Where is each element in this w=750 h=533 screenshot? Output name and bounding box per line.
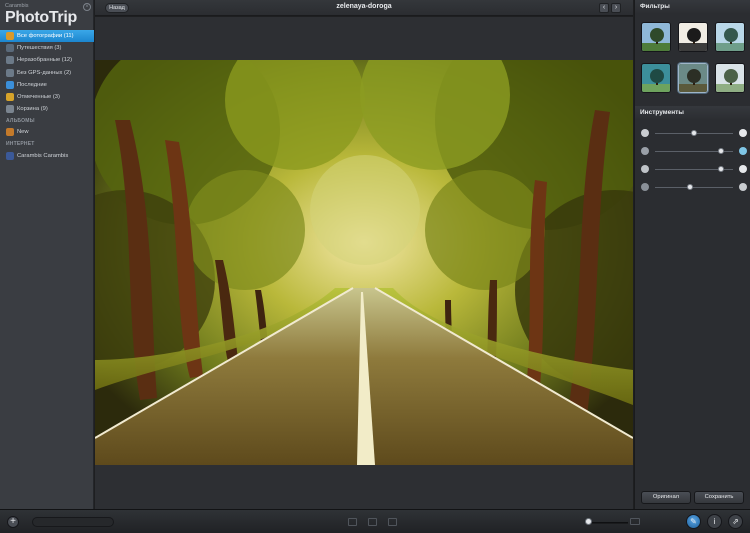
saturation-min-icon (641, 147, 649, 155)
photo-title: zelenaya-doroga (336, 3, 392, 10)
sharpness-max-icon (739, 183, 747, 191)
sidebar-item-label: New (17, 129, 29, 136)
viewer-toolbar: Назад zelenaya-doroga ‹ › (95, 0, 633, 16)
sidebar-item-label: Последние (17, 81, 47, 88)
road-tree-tunnel-image (95, 60, 633, 465)
sidebar-item-label: Отмеченные (3) (17, 94, 60, 101)
sharpness-knob[interactable] (687, 183, 694, 190)
sidebar-item-5[interactable]: Отмеченные (3) (0, 91, 94, 103)
brightness-min-icon (641, 129, 649, 137)
clock-icon (6, 80, 14, 89)
filter-vintage-thumb[interactable] (678, 63, 708, 93)
sidebar-item-label: Корзина (9) (17, 106, 48, 113)
sidebar-item-4[interactable]: Последние (0, 79, 94, 91)
search-input[interactable] (32, 517, 114, 527)
map-view-icon[interactable] (348, 518, 357, 526)
zoom-slider-track[interactable] (586, 521, 628, 524)
trash-icon (6, 105, 14, 114)
info-button[interactable]: i (707, 514, 722, 529)
brand-name: PhotoTrip (5, 9, 77, 26)
sidebar-nav: Все фотографии (11) Путешествия (3) Неразо… (0, 30, 94, 162)
flag-icon (6, 93, 14, 102)
sidebar-item-label: Путешествия (3) (17, 45, 62, 52)
sidebar-internet-0[interactable]: Carambis Carambis (0, 150, 94, 162)
contrast-max-icon (739, 165, 747, 173)
grid-view-icon[interactable] (368, 518, 377, 526)
sidebar-item-2[interactable]: Неразобранные (12) (0, 54, 94, 66)
photos-icon (6, 32, 14, 41)
contrast-min-icon (641, 165, 649, 173)
albums-section-title: АЛЬБОМЫ (6, 117, 35, 124)
filter-bw-thumb[interactable] (678, 22, 708, 52)
brand-logo: Carambis PhotoTrip × (5, 3, 91, 27)
saturation-knob[interactable] (718, 147, 725, 154)
filter-teal-thumb[interactable] (641, 63, 671, 93)
sidebar: Carambis PhotoTrip × Все фотографии (11)… (0, 0, 94, 509)
stack-icon (6, 56, 14, 65)
saturation-slider[interactable] (641, 146, 747, 156)
tools-title: Инструменты (635, 106, 750, 120)
filter-cool-thumb[interactable] (715, 22, 745, 52)
single-view-icon[interactable] (388, 518, 397, 526)
zoom-slider-knob[interactable] (584, 518, 592, 525)
prev-photo-button[interactable]: ‹ (599, 3, 609, 13)
sidebar-item-6[interactable]: Корзина (9) (0, 103, 94, 115)
sidebar-item-1[interactable]: Путешествия (3) (0, 42, 94, 54)
save-button[interactable]: Сохранить (694, 491, 744, 504)
close-icon[interactable]: × (83, 3, 91, 11)
editor-panel: Фильтры Инструменты Оригинал Сохранить (634, 0, 750, 509)
album-icon (6, 128, 14, 137)
sidebar-album-0[interactable]: New (0, 126, 94, 138)
filter-faded-thumb[interactable] (715, 63, 745, 93)
phototrip-window: Carambis PhotoTrip × Все фотографии (11)… (0, 0, 750, 533)
brightness-knob[interactable] (691, 129, 697, 136)
share-button[interactable]: ⇗ (728, 514, 743, 529)
edit-button[interactable]: ✎ (686, 514, 701, 529)
contrast-knob[interactable] (718, 165, 725, 172)
bottom-toolbar: + ✎ i ⇗ (0, 509, 750, 533)
sidebar-item-label: Неразобранные (12) (17, 57, 73, 64)
internet-section-title: ИНТЕРНЕТ (6, 141, 35, 147)
zoom-max-icon[interactable] (630, 518, 640, 525)
sidebar-item-label: Carambis Carambis (17, 152, 69, 159)
photo-image[interactable] (95, 60, 633, 465)
sharpness-track[interactable] (655, 186, 733, 188)
original-button[interactable]: Оригинал (641, 491, 691, 504)
sidebar-item-label: Без GPS-данных (2) (17, 69, 72, 76)
next-photo-button[interactable]: › (611, 3, 621, 13)
sidebar-item-0[interactable]: Все фотографии (11) (0, 30, 94, 43)
brightness-max-icon (739, 129, 747, 137)
sidebar-item-label: Все фотографии (11) (17, 33, 74, 40)
filters-title: Фильтры (635, 0, 750, 14)
photo-viewer (95, 17, 633, 509)
add-button[interactable]: + (7, 516, 19, 528)
sharpness-min-icon (641, 183, 649, 191)
facebook-icon (6, 151, 14, 160)
brightness-slider[interactable] (641, 128, 747, 138)
contrast-slider[interactable] (641, 164, 747, 174)
sharpness-slider[interactable] (641, 182, 747, 192)
sidebar-item-3[interactable]: Без GPS-данных (2) (0, 67, 94, 79)
photo-nav-arrows: ‹ › (599, 3, 621, 13)
suitcase-icon (6, 44, 14, 53)
filter-original-thumb[interactable] (641, 22, 671, 52)
no-gps-icon (6, 68, 14, 77)
saturation-max-icon (739, 147, 747, 155)
